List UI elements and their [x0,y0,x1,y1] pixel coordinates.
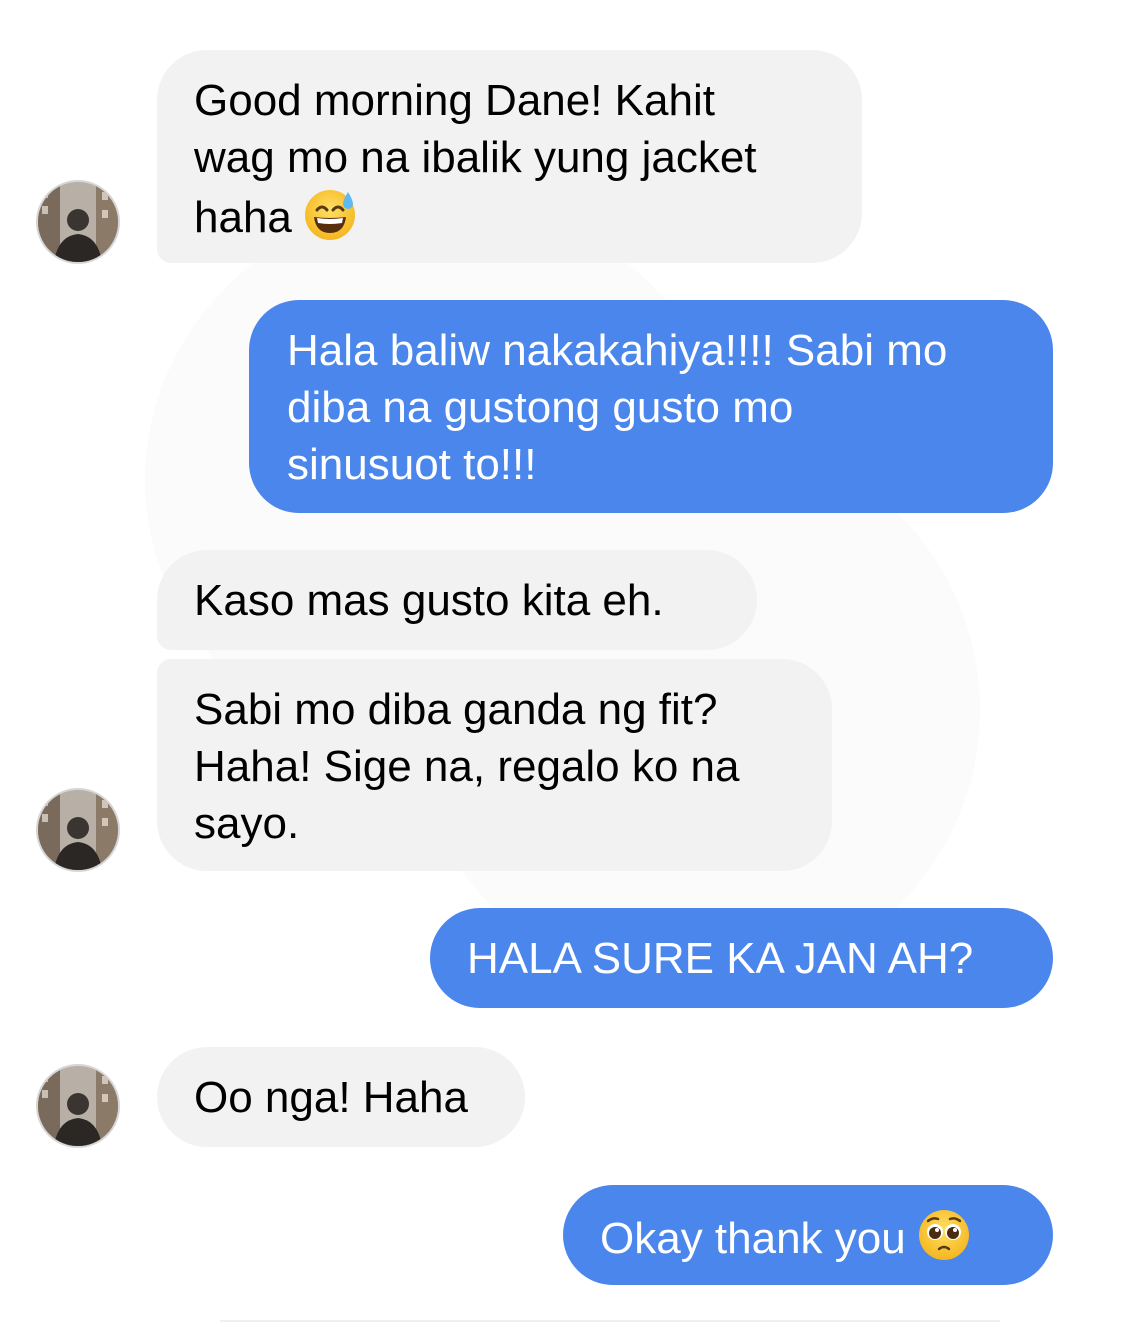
contact-avatar[interactable] [36,1064,120,1148]
message-text-line: haha [194,193,292,242]
message-text-line: Kaso mas gusto kita eh. [194,576,664,625]
message-text-line: Sabi mo diba ganda ng fit? [194,685,718,734]
message-text-line: HALA SURE KA JAN AH? [467,934,974,983]
message-bubble-outgoing[interactable]: Hala baliw nakakahiya!!!! Sabi mo diba n… [249,300,1053,513]
contact-avatar[interactable] [36,788,120,872]
message-text-line: Oo nga! Haha [194,1073,468,1122]
message-bubble-outgoing[interactable]: HALA SURE KA JAN AH? [430,908,1053,1008]
message-text-line: wag mo na ibalik yung jacket [194,133,757,182]
message-text-line: Haha! Sige na, regalo ko na [194,742,740,791]
divider [220,1320,1000,1322]
message-text-line: Hala baliw nakakahiya!!!! Sabi mo [287,326,948,375]
message-bubble-incoming[interactable]: Oo nga! Haha [157,1047,525,1147]
message-bubble-outgoing[interactable]: Okay thank you [563,1185,1053,1285]
message-text-line: Good morning Dane! Kahit [194,76,715,125]
message-text-line: diba na gustong gusto mo [287,383,794,432]
message-text-line: Okay thank you [600,1214,906,1263]
message-bubble-incoming[interactable]: Kaso mas gusto kita eh. [157,550,757,650]
pleading-face-emoji-icon [916,1207,972,1277]
message-text-line: sinusuot to!!! [287,440,537,489]
contact-avatar[interactable] [36,180,120,264]
message-text-line: sayo. [194,799,300,848]
message-bubble-incoming[interactable]: Good morning Dane! Kahit wag mo na ibali… [157,50,862,263]
sweat-smile-emoji-icon [302,186,358,256]
message-bubble-incoming[interactable]: Sabi mo diba ganda ng fit? Haha! Sige na… [157,659,832,871]
